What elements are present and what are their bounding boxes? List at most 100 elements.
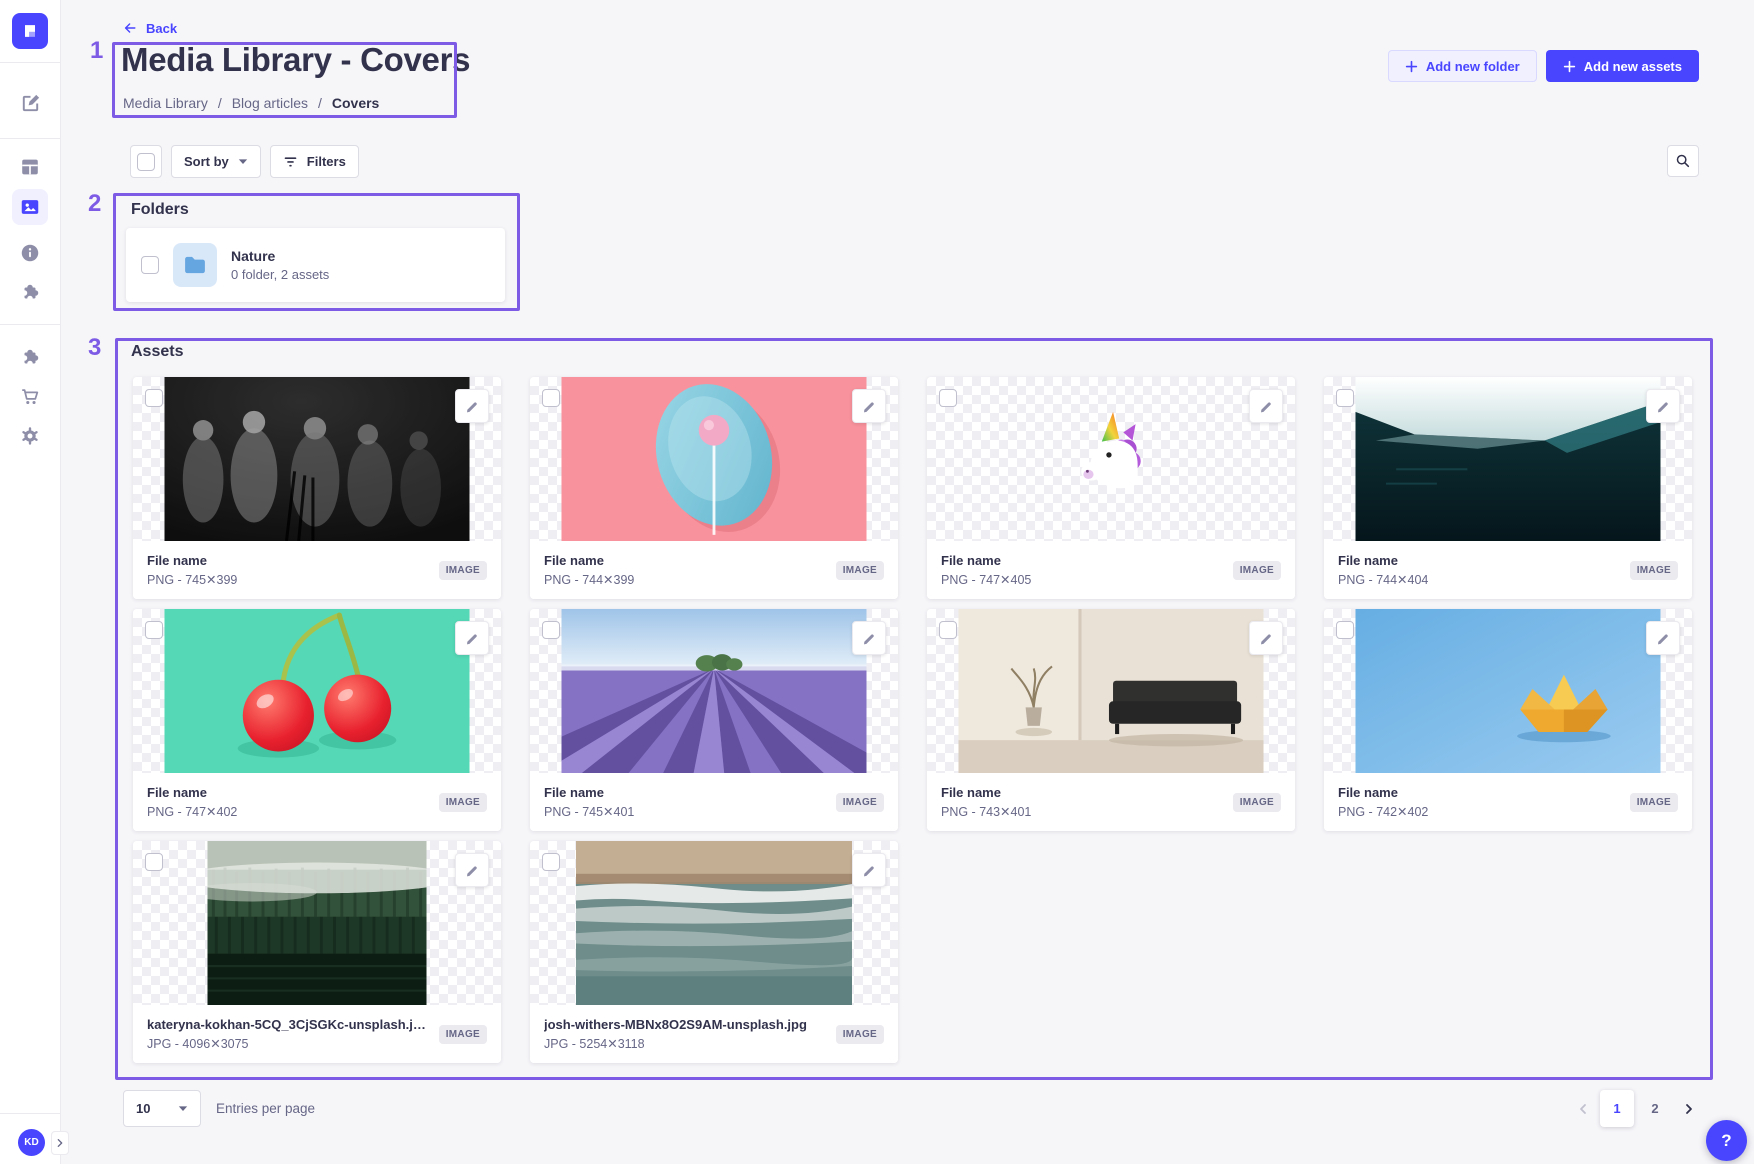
add-new-assets-button[interactable]: Add new assets bbox=[1546, 50, 1699, 82]
asset-name: File name bbox=[147, 553, 237, 568]
asset-checkbox[interactable] bbox=[1336, 621, 1354, 639]
edit-asset-button[interactable] bbox=[455, 853, 489, 887]
back-label: Back bbox=[146, 21, 177, 36]
edit-asset-button[interactable] bbox=[1249, 621, 1283, 655]
next-page-button[interactable] bbox=[1676, 1096, 1702, 1122]
pencil-icon bbox=[1656, 631, 1670, 645]
asset-card[interactable]: File name PNG - 743✕401 IMAGE bbox=[927, 609, 1295, 831]
asset-checkbox[interactable] bbox=[542, 389, 560, 407]
asset-info: josh-withers-MBNx8O2S9AM-unsplash.jpg JP… bbox=[530, 1005, 898, 1063]
sidebar-item-media-library[interactable] bbox=[12, 189, 48, 225]
entries-per-page-label: Entries per page bbox=[216, 1101, 315, 1116]
breadcrumb: Media Library / Blog articles / Covers bbox=[123, 95, 379, 111]
asset-name: File name bbox=[147, 785, 237, 800]
asset-meta: PNG - 744✕404 bbox=[1338, 572, 1428, 587]
edit-asset-button[interactable] bbox=[852, 853, 886, 887]
sidebar-item-marketplace[interactable] bbox=[12, 340, 48, 376]
sidebar-item-content-manager[interactable] bbox=[12, 85, 48, 121]
sidebar-item-plugins[interactable] bbox=[12, 275, 48, 311]
asset-card[interactable]: File name PNG - 745✕401 IMAGE bbox=[530, 609, 898, 831]
annotation-number-1: 1 bbox=[90, 37, 103, 65]
asset-meta: PNG - 747✕405 bbox=[941, 572, 1031, 587]
sidebar-item-purchase[interactable] bbox=[12, 379, 48, 415]
search-button[interactable] bbox=[1667, 145, 1699, 177]
edit-asset-button[interactable] bbox=[455, 389, 489, 423]
select-all-checkbox[interactable] bbox=[137, 153, 155, 171]
breadcrumb-separator: / bbox=[218, 95, 222, 111]
entries-per-page-select[interactable]: 10 bbox=[123, 1090, 201, 1127]
asset-card[interactable]: josh-withers-MBNx8O2S9AM-unsplash.jpg JP… bbox=[530, 841, 898, 1063]
asset-meta: PNG - 745✕401 bbox=[544, 804, 634, 819]
asset-card[interactable]: kateryna-kokhan-5CQ_3CjSGKc-unsplash.jpg… bbox=[133, 841, 501, 1063]
page-button-1[interactable]: 1 bbox=[1600, 1090, 1634, 1127]
asset-meta: PNG - 745✕399 bbox=[147, 572, 237, 587]
user-avatar[interactable]: KD bbox=[18, 1129, 45, 1156]
edit-asset-button[interactable] bbox=[852, 389, 886, 423]
entries-value: 10 bbox=[136, 1101, 150, 1116]
folder-tile bbox=[173, 243, 217, 287]
sidebar-item-content-type-builder[interactable] bbox=[12, 149, 48, 185]
sort-by-button[interactable]: Sort by bbox=[171, 145, 261, 178]
edit-asset-button[interactable] bbox=[455, 621, 489, 655]
asset-name: File name bbox=[941, 785, 1031, 800]
edit-asset-button[interactable] bbox=[1249, 389, 1283, 423]
pencil-icon bbox=[862, 863, 876, 877]
folder-meta: 0 folder, 2 assets bbox=[231, 267, 329, 282]
chevron-right-icon bbox=[55, 1138, 65, 1148]
assets-grid: File name PNG - 745✕399 IMAGE bbox=[133, 377, 1692, 1063]
breadcrumb-blog-articles[interactable]: Blog articles bbox=[232, 95, 308, 111]
arrow-left-icon bbox=[122, 20, 138, 36]
asset-info: File name PNG - 744✕399 IMAGE bbox=[530, 541, 898, 599]
sidebar-item-settings[interactable] bbox=[12, 418, 48, 454]
asset-checkbox[interactable] bbox=[939, 389, 957, 407]
asset-card[interactable]: File name PNG - 747✕402 IMAGE bbox=[133, 609, 501, 831]
asset-checkbox[interactable] bbox=[1336, 389, 1354, 407]
filters-button[interactable]: Filters bbox=[270, 145, 359, 178]
previous-page-button[interactable] bbox=[1570, 1096, 1596, 1122]
edit-asset-button[interactable] bbox=[852, 621, 886, 655]
asset-checkbox[interactable] bbox=[145, 853, 163, 871]
back-link[interactable]: Back bbox=[122, 20, 177, 36]
help-button[interactable]: ? bbox=[1706, 1120, 1747, 1161]
asset-checkbox[interactable] bbox=[542, 853, 560, 871]
select-all-box bbox=[130, 145, 162, 178]
sidebar-expand-button[interactable] bbox=[51, 1131, 69, 1155]
asset-type-badge: IMAGE bbox=[1233, 561, 1281, 580]
page-button-2[interactable]: 2 bbox=[1638, 1090, 1672, 1127]
sidebar-footer-divider bbox=[0, 1113, 60, 1114]
shopping-cart-icon bbox=[19, 386, 41, 408]
search-icon bbox=[1675, 153, 1691, 169]
assets-heading: Assets bbox=[131, 343, 183, 361]
sidebar-item-documentation[interactable] bbox=[12, 235, 48, 271]
folder-card-nature[interactable]: Nature 0 folder, 2 assets bbox=[126, 228, 505, 302]
asset-type-badge: IMAGE bbox=[439, 793, 487, 812]
folder-icon bbox=[184, 256, 206, 274]
asset-image-sofa-interior bbox=[959, 609, 1264, 773]
asset-card[interactable]: File name PNG - 747✕405 IMAGE bbox=[927, 377, 1295, 599]
folder-checkbox[interactable] bbox=[141, 256, 159, 274]
asset-card[interactable]: File name PNG - 742✕402 IMAGE bbox=[1324, 609, 1692, 831]
caret-down-icon bbox=[238, 158, 248, 165]
asset-checkbox[interactable] bbox=[542, 621, 560, 639]
add-new-folder-button[interactable]: Add new folder bbox=[1388, 50, 1537, 82]
asset-type-badge: IMAGE bbox=[439, 561, 487, 580]
asset-card[interactable]: File name PNG - 744✕399 IMAGE bbox=[530, 377, 898, 599]
asset-checkbox[interactable] bbox=[145, 389, 163, 407]
asset-card[interactable]: File name PNG - 745✕399 IMAGE bbox=[133, 377, 501, 599]
sidebar bbox=[0, 0, 61, 1164]
asset-name: File name bbox=[1338, 553, 1428, 568]
asset-meta: PNG - 747✕402 bbox=[147, 804, 237, 819]
asset-checkbox[interactable] bbox=[939, 621, 957, 639]
asset-meta: JPG - 5254✕3118 bbox=[544, 1036, 807, 1051]
edit-asset-button[interactable] bbox=[1646, 389, 1680, 423]
asset-info: File name PNG - 744✕404 IMAGE bbox=[1324, 541, 1692, 599]
asset-card[interactable]: File name PNG - 744✕404 IMAGE bbox=[1324, 377, 1692, 599]
asset-name: File name bbox=[544, 553, 634, 568]
asset-thumbnail bbox=[133, 377, 501, 541]
asset-image-unicorn bbox=[927, 377, 1295, 541]
edit-asset-button[interactable] bbox=[1646, 621, 1680, 655]
breadcrumb-media-library[interactable]: Media Library bbox=[123, 95, 208, 111]
strapi-logo[interactable] bbox=[12, 13, 48, 49]
pencil-icon bbox=[1656, 399, 1670, 413]
asset-checkbox[interactable] bbox=[145, 621, 163, 639]
